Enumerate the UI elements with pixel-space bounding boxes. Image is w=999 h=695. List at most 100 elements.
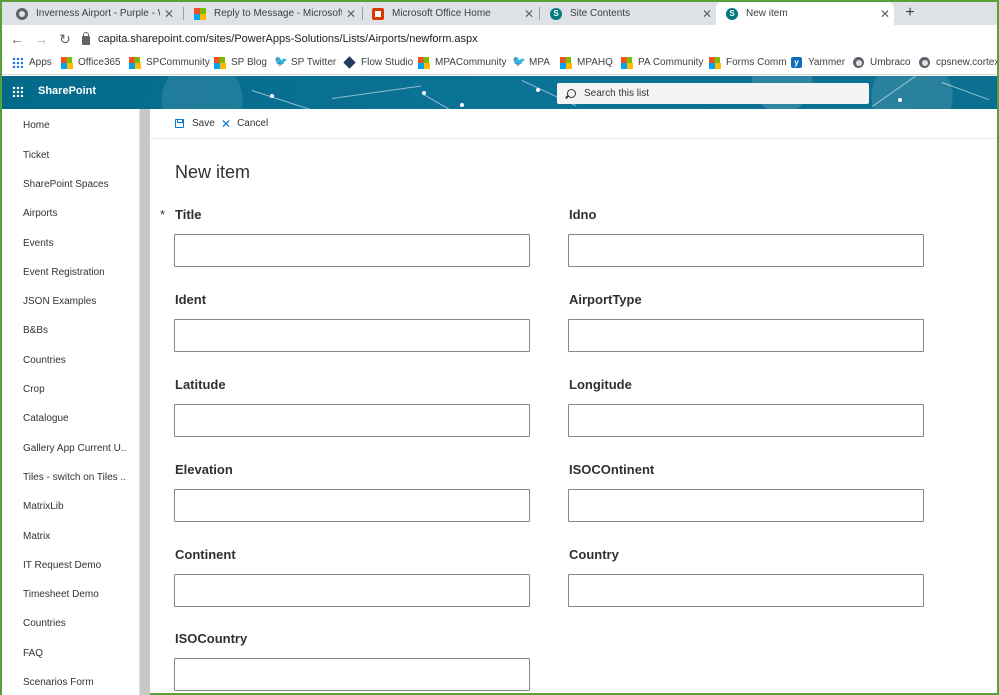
decorative-line bbox=[421, 93, 461, 109]
back-icon[interactable]: ← bbox=[7, 29, 27, 49]
bookmark-flow-studio[interactable]: Flow Studio bbox=[343, 56, 414, 69]
twitter-icon: 🐦 bbox=[274, 56, 288, 68]
title-field[interactable] bbox=[174, 234, 530, 267]
save-label: Save bbox=[192, 118, 215, 129]
nav-item-it-request-demo[interactable]: IT Request Demo bbox=[23, 560, 127, 571]
cancel-button[interactable]: ✕ Cancel bbox=[221, 118, 269, 130]
decorative-line bbox=[251, 90, 329, 109]
decorative-line bbox=[941, 82, 989, 101]
url-field[interactable]: capita.sharepoint.com/sites/PowerApps-So… bbox=[82, 29, 997, 49]
ident-field[interactable] bbox=[174, 319, 530, 352]
decorative-line bbox=[332, 85, 422, 99]
field-label-isocountry: ISOCountry bbox=[175, 631, 248, 646]
airporttype-field[interactable] bbox=[568, 319, 924, 352]
url-text: capita.sharepoint.com/sites/PowerApps-So… bbox=[98, 33, 478, 45]
close-icon[interactable]: ✕ bbox=[342, 7, 360, 21]
bookmark-sp-twitter[interactable]: 🐦 SP Twitter bbox=[274, 56, 336, 69]
nav-item-events[interactable]: Events bbox=[23, 238, 127, 249]
sharepoint-app-title[interactable]: SharePoint bbox=[38, 85, 96, 97]
reload-icon[interactable]: ↻ bbox=[55, 29, 75, 49]
browser-tab-inverness[interactable]: Inverness Airport - Purple - WiFi ✕ bbox=[6, 2, 178, 25]
sharepoint-suite-bar: SharePoint Search this list bbox=[2, 76, 997, 109]
browser-tab-reply[interactable]: Reply to Message - Microsoft Tech ✕ bbox=[184, 2, 360, 25]
nav-item-faq[interactable]: FAQ bbox=[23, 648, 127, 659]
nav-item-tiles[interactable]: Tiles - switch on Tiles ... bbox=[23, 472, 127, 483]
browser-tab-office[interactable]: Microsoft Office Home ✕ bbox=[362, 2, 538, 25]
save-button[interactable]: Save bbox=[175, 118, 215, 129]
nav-item-event-registration[interactable]: Event Registration bbox=[23, 267, 127, 278]
new-tab-button[interactable]: + bbox=[900, 3, 920, 23]
tab-title: Microsoft Office Home bbox=[392, 8, 491, 19]
bookmark-cpsnew[interactable]: cpsnew.cortex.m bbox=[919, 57, 997, 68]
browser-tab-site-contents[interactable]: S Site Contents ✕ bbox=[540, 2, 716, 25]
bookmark-label: SPCommunity bbox=[146, 57, 210, 68]
command-bar: Save ✕ Cancel bbox=[150, 109, 997, 139]
field-label-airporttype: AirportType bbox=[569, 292, 642, 307]
bookmark-label: MPACommunity bbox=[435, 57, 507, 68]
bookmark-yammer[interactable]: y Yammer bbox=[791, 57, 845, 68]
lock-icon bbox=[82, 32, 90, 45]
globe-icon bbox=[16, 7, 28, 20]
nav-item-bnbs[interactable]: B&Bs bbox=[23, 325, 127, 336]
bookmark-label: Yammer bbox=[808, 57, 846, 68]
longitude-field[interactable] bbox=[568, 404, 924, 437]
bookmark-umbraco[interactable]: Umbraco bbox=[853, 57, 911, 68]
forward-icon[interactable]: → bbox=[31, 29, 51, 49]
browser-tab-new-item[interactable]: S New item ✕ bbox=[716, 2, 894, 25]
close-icon[interactable]: ✕ bbox=[160, 7, 178, 21]
left-navigation: Home Ticket SharePoint Spaces Airports E… bbox=[2, 109, 140, 695]
country-field[interactable] bbox=[568, 574, 924, 607]
nav-item-sharepoint-spaces[interactable]: SharePoint Spaces bbox=[23, 179, 127, 190]
bookmark-label: Flow Studio bbox=[361, 57, 414, 68]
nav-item-crop[interactable]: Crop bbox=[23, 384, 127, 395]
address-bar-row: ← → ↻ capita.sharepoint.com/sites/PowerA… bbox=[2, 25, 997, 53]
cancel-label: Cancel bbox=[237, 118, 269, 129]
bookmark-label: Umbraco bbox=[870, 57, 911, 68]
elevation-field[interactable] bbox=[174, 489, 530, 522]
bookmark-label: MPA bbox=[529, 57, 550, 68]
latitude-field[interactable] bbox=[174, 404, 530, 437]
nav-item-home[interactable]: Home bbox=[23, 120, 127, 131]
nav-item-catalogue[interactable]: Catalogue bbox=[23, 413, 127, 424]
nav-item-json-examples[interactable]: JSON Examples bbox=[23, 296, 127, 307]
search-icon bbox=[567, 89, 576, 98]
bookmark-forms-comm[interactable]: Forms Comm bbox=[709, 57, 787, 69]
bookmark-pa-community[interactable]: PA Community bbox=[621, 57, 703, 69]
field-label-idno: Idno bbox=[569, 207, 597, 222]
bookmark-mpahq[interactable]: MPAHQ bbox=[560, 57, 613, 69]
bookmark-label: MPAHQ bbox=[577, 57, 613, 68]
close-icon[interactable]: ✕ bbox=[698, 7, 716, 21]
tab-title: Reply to Message - Microsoft Tech bbox=[214, 8, 342, 19]
bookmarks-bar: Apps Office365 SPCommunity SP Blog 🐦 SP … bbox=[2, 53, 997, 75]
microsoft-icon bbox=[709, 57, 721, 69]
nav-item-ticket[interactable]: Ticket bbox=[23, 150, 127, 161]
bookmark-apps[interactable]: Apps bbox=[12, 57, 52, 68]
nav-item-scenarios-form[interactable]: Scenarios Form bbox=[23, 677, 127, 688]
nav-item-countries-2[interactable]: Countries bbox=[23, 618, 127, 629]
isocountry-field[interactable] bbox=[174, 658, 530, 691]
field-label-longitude: Longitude bbox=[569, 377, 632, 392]
nav-item-airports[interactable]: Airports bbox=[23, 208, 127, 219]
bookmark-spcommunity[interactable]: SPCommunity bbox=[129, 57, 210, 69]
continent-field[interactable] bbox=[174, 574, 530, 607]
search-list-box[interactable]: Search this list bbox=[557, 83, 869, 104]
close-icon[interactable]: ✕ bbox=[520, 7, 538, 21]
left-nav-scrollbar[interactable] bbox=[140, 109, 150, 695]
nav-item-timesheet-demo[interactable]: Timesheet Demo bbox=[23, 589, 127, 600]
bookmark-office365[interactable]: Office365 bbox=[61, 57, 121, 69]
close-icon[interactable]: ✕ bbox=[876, 7, 894, 21]
office-icon bbox=[372, 7, 384, 20]
nav-item-matrix[interactable]: Matrix bbox=[23, 531, 127, 542]
bookmark-mpa[interactable]: 🐦 MPA bbox=[512, 56, 550, 69]
idno-field[interactable] bbox=[568, 234, 924, 267]
bookmark-mpacommunity[interactable]: MPACommunity bbox=[418, 57, 507, 69]
app-launcher-waffle-icon[interactable] bbox=[12, 86, 23, 97]
nav-item-matrixlib[interactable]: MatrixLib bbox=[23, 501, 127, 512]
bookmark-sp-blog[interactable]: SP Blog bbox=[214, 57, 267, 69]
isocontinent-field[interactable] bbox=[568, 489, 924, 522]
twitter-icon: 🐦 bbox=[512, 56, 526, 68]
apps-grid-icon bbox=[12, 57, 23, 68]
bookmark-label: Office365 bbox=[78, 57, 121, 68]
nav-item-countries[interactable]: Countries bbox=[23, 355, 127, 366]
nav-item-gallery-app[interactable]: Gallery App Current U... bbox=[23, 443, 127, 454]
